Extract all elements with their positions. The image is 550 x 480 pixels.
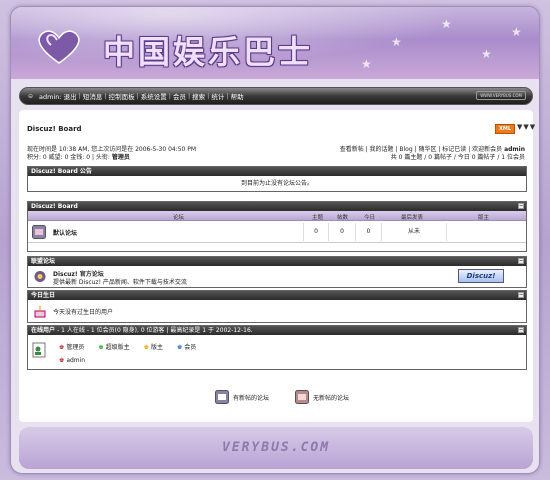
col-moderator: 版主 xyxy=(478,215,490,221)
forum-status-icon xyxy=(32,225,46,239)
top-menu-bar: ⊖ admin: 退出 | 短消息 | 控制面板 | 系统设置 | 会员 | 搜索 | 统计… xyxy=(19,87,533,105)
star-icon: ★ xyxy=(361,57,372,71)
online-legend: ♚ 管理员 ♚ 超级版主 ♚ 版主 ♚ 会员 xyxy=(59,342,196,351)
legend-new-posts: 有新帖的论坛 xyxy=(215,390,269,404)
birthday-title: 今日生日 xyxy=(31,292,56,299)
admin-user-icon: ♚ xyxy=(59,344,65,351)
league-title: 联盟论坛 xyxy=(31,258,56,265)
league-section: 联盟论坛 − Discuz! 官方论坛 提供最新 Discuz! 产品新闻、软件… xyxy=(27,256,527,288)
legend-new-label: 有新帖的论坛 xyxy=(233,394,270,402)
page-frame: ★ ★ ★ ★ ★ 中国娱乐巴士 ⊖ admin: 退出 | 短消息 | 控制面板 |… xyxy=(10,6,540,474)
user-rank: 管理员 xyxy=(111,154,130,161)
league-header: 联盟论坛 − xyxy=(28,257,526,266)
footer-brand: VERYBUS.COM xyxy=(221,440,331,455)
view-options-icon[interactable]: ▼▼▼ xyxy=(517,123,536,131)
collapse-icon[interactable]: − xyxy=(518,292,524,298)
quick-links[interactable]: 查看新帖 | 我的话题 | Blog | 随华区 | 标记已读 | 欢迎新会员 xyxy=(340,146,502,153)
menu-item-stats[interactable]: 统计 xyxy=(211,91,224,101)
collapse-icon[interactable]: − xyxy=(518,203,524,209)
forum-posts: 0 xyxy=(328,223,355,241)
col-topics: 主题 xyxy=(312,215,324,221)
star-icon: ★ xyxy=(481,47,492,61)
birthday-cake-icon xyxy=(34,305,46,318)
announcement-section: Discuz! Board 公告 到目前为止没有论坛公告。 xyxy=(27,166,527,192)
forum-moderator xyxy=(446,223,526,241)
legend-admin: ♚ 管理员 xyxy=(59,344,85,351)
board-title[interactable]: Discuz! Board xyxy=(27,125,82,133)
league-forum-icon xyxy=(34,271,46,282)
menu-item-logout[interactable]: admin: 退出 xyxy=(39,91,77,101)
online-summary: - 1 人在线 - 1 位会员(0 隐身), 0 位游客 | 最高纪录是 1 于… xyxy=(57,327,253,334)
announcement-title: Discuz! Board 公告 xyxy=(31,168,92,175)
legend-no-new-posts: 无新帖的论坛 xyxy=(295,390,349,404)
star-icon: ★ xyxy=(391,35,402,49)
new-member-link[interactable]: admin xyxy=(504,146,525,153)
online-users-title[interactable]: 在线用户 xyxy=(31,327,55,334)
birthday-message: 今天没有过生日的用户 xyxy=(53,309,114,316)
online-users-icon xyxy=(32,342,46,358)
announcement-header: Discuz! Board 公告 xyxy=(28,167,526,176)
birthday-header: 今日生日 − xyxy=(28,291,526,300)
member-user-icon: ♚ xyxy=(176,344,183,351)
menu-item-help[interactable]: 帮助 xyxy=(231,91,244,101)
menu-item-messages[interactable]: 短消息 xyxy=(83,91,103,101)
league-row[interactable]: Discuz! 官方论坛 提供最新 Discuz! 产品新闻、软件下载与技术交流… xyxy=(28,266,526,288)
col-posts: 帖数 xyxy=(337,215,349,221)
site-banner: ★ ★ ★ ★ ★ 中国娱乐巴士 xyxy=(11,7,539,79)
menu-item-search[interactable]: 搜索 xyxy=(192,91,205,101)
star-icon: ★ xyxy=(511,25,522,39)
site-title: 中国娱乐巴士 xyxy=(103,33,314,71)
forum-list-header: Discuz! Board − xyxy=(28,202,526,211)
site-url-badge[interactable]: WWW.VERYBUS.COM xyxy=(476,91,526,100)
menu-item-members[interactable]: 会员 xyxy=(173,91,186,101)
col-forum: 论坛 xyxy=(173,215,185,221)
board-links: 查看新帖 | 我的话题 | Blog | 随华区 | 标记已读 | 欢迎新会员 … xyxy=(340,146,525,162)
menu-item-system-settings[interactable]: 系统设置 xyxy=(141,91,167,101)
legend-super-mod: ♚ 超级版主 xyxy=(98,344,130,351)
forum-list-section: Discuz! Board − 论坛 主题 帖数 今日 最后发表 版主 默认论坛… xyxy=(27,201,527,252)
main-content: Discuz! Board XML ▼▼▼ 现在时间是 10:38 AM, 您上… xyxy=(19,110,536,422)
online-users-header: 在线用户 - 1 人在线 - 1 位会员(0 隐身), 0 位游客 | 最高纪录… xyxy=(28,326,526,335)
forum-last-post: 从未 xyxy=(381,223,446,241)
forum-today: 0 xyxy=(355,223,381,241)
col-last-post: 最后发表 xyxy=(401,215,424,221)
super-mod-user-icon: ♚ xyxy=(98,344,104,351)
forum-list-title: Discuz! Board xyxy=(31,203,78,210)
online-users-section: 在线用户 - 1 人在线 - 1 位会员(0 隐身), 0 位游客 | 最高纪录… xyxy=(27,325,527,370)
league-forum-desc: 提供最新 Discuz! 产品新闻、软件下载与技术交流 xyxy=(53,279,187,286)
admin-user-icon: ♚ xyxy=(59,357,65,364)
points-line: 积分: 0 威望: 0 金钱: 0 | 头衔: 管理员 xyxy=(27,154,196,162)
forum-topics: 0 xyxy=(303,223,328,241)
new-posts-forum-icon xyxy=(215,390,229,404)
user-info: 现在时间是 10:38 AM, 您上次访问是在 2006-5-30 04:50 … xyxy=(27,146,196,162)
online-user-link[interactable]: admin xyxy=(66,357,85,364)
announcement-message: 到目前为止没有论坛公告。 xyxy=(240,180,313,187)
forum-column-headers: 论坛 主题 帖数 今日 最后发表 版主 xyxy=(28,211,526,221)
col-today: 今日 xyxy=(364,215,376,221)
forum-row[interactable]: 默认论坛 0 0 0 从未 xyxy=(28,221,526,243)
board-stats: 共 0 篇主题 / 0 篇帖子 / 今日 0 篇帖子 / 1 位会员 xyxy=(390,154,525,161)
forum-name-link[interactable]: 默认论坛 xyxy=(53,228,77,237)
legend-member: ♚ 会员 xyxy=(176,344,197,351)
forum-icon-legend: 有新帖的论坛 无新帖的论坛 xyxy=(215,390,369,404)
site-footer: VERYBUS.COM xyxy=(19,427,533,469)
collapse-icon[interactable]: − xyxy=(518,327,524,333)
mod-user-icon: ♚ xyxy=(143,344,150,351)
collapse-icon[interactable]: − xyxy=(518,258,524,264)
menu-item-control-panel[interactable]: 控制面板 xyxy=(109,91,135,101)
birthday-section: 今日生日 − 今天没有过生日的用户 xyxy=(27,290,527,323)
online-user-list: ♚ admin xyxy=(59,357,85,364)
xml-feed-button[interactable]: XML xyxy=(495,124,516,134)
points-text: 积分: 0 威望: 0 金钱: 0 | 头衔: xyxy=(27,154,110,161)
menu-bullet-icon: ⊖ xyxy=(28,92,34,100)
discuz-logo-link[interactable]: Discuz! xyxy=(458,269,504,283)
heart-logo-icon xyxy=(38,30,80,64)
visit-time-text: 现在时间是 10:38 AM, 您上次访问是在 2006-5-30 04:50 … xyxy=(27,146,197,153)
legend-none-label: 无新帖的论坛 xyxy=(313,394,350,402)
no-new-posts-forum-icon xyxy=(295,390,310,404)
star-icon: ★ xyxy=(441,17,452,31)
legend-mod: ♚ 版主 xyxy=(143,344,163,351)
